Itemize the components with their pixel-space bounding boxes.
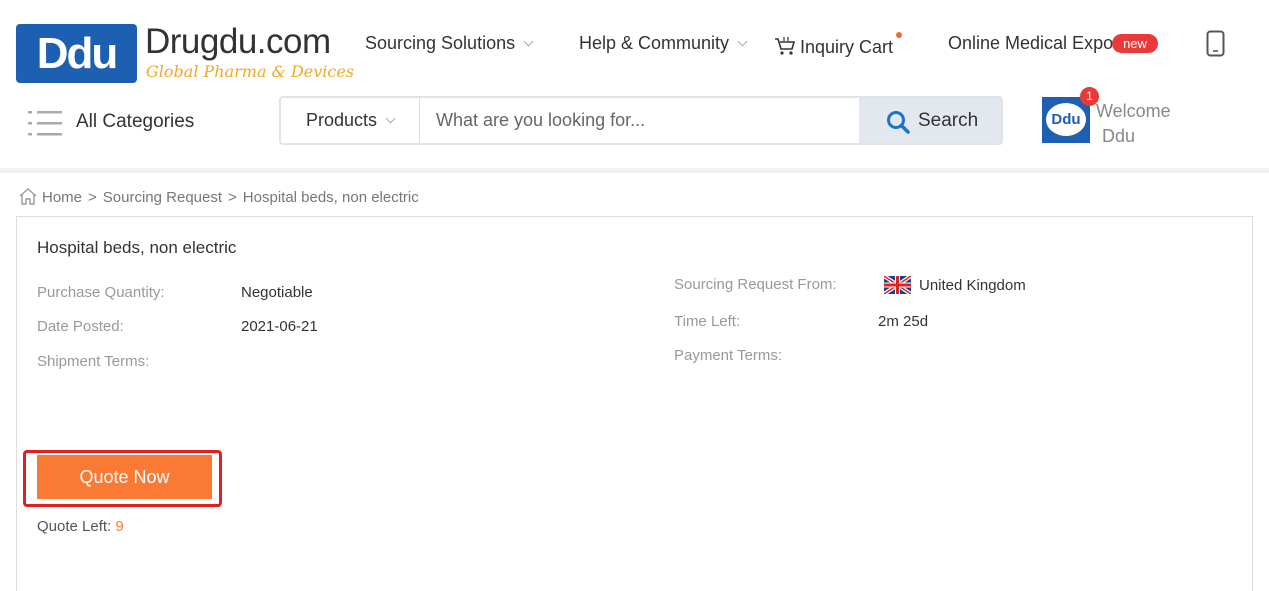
all-categories-link[interactable]: All Categories: [76, 111, 194, 133]
date-posted-value: 2021-06-21: [241, 318, 318, 335]
breadcrumb-home[interactable]: Home: [42, 189, 82, 206]
user-name: Ddu: [1102, 126, 1136, 146]
nav-expo-label: Online Medical Expo: [948, 33, 1114, 53]
search-input[interactable]: [421, 98, 859, 143]
welcome-label: Welcome: [1096, 101, 1171, 121]
search-type-label: Products: [306, 110, 378, 130]
nav-inquiry-cart[interactable]: Inquiry Cart: [774, 33, 893, 58]
request-from-label: Sourcing Request From:: [674, 276, 837, 293]
request-title: Hospital beds, non electric: [37, 238, 237, 257]
cart-icon: [775, 37, 796, 55]
mobile-phone-icon[interactable]: [1206, 30, 1225, 57]
quote-now-button[interactable]: Quote Now: [37, 455, 212, 499]
nav-online-medical-expo[interactable]: Online Medical Expo: [948, 33, 1113, 54]
registered-mark-icon: R: [121, 25, 135, 39]
site-logo[interactable]: Ddu: [16, 24, 137, 83]
cart-indicator-dot: [896, 32, 902, 38]
purchase-quantity-value: Negotiable: [241, 284, 313, 301]
chevron-down-icon: [385, 113, 396, 124]
avatar-logo-text: Ddu: [1046, 103, 1086, 136]
nav-cart-label: Inquiry Cart: [800, 37, 894, 57]
shipment-terms-label: Shipment Terms:: [37, 353, 150, 370]
time-left-label: Time Left:: [674, 313, 741, 330]
chevron-down-icon: [737, 36, 748, 47]
uk-flag-icon: [884, 276, 911, 294]
request-from-value: United Kingdom: [884, 272, 1026, 294]
home-icon[interactable]: [18, 187, 38, 205]
sourcing-request-card: [16, 216, 1253, 591]
brand-tagline: Global Pharma & Devices: [146, 62, 354, 81]
date-posted-label: Date Posted:: [37, 318, 124, 335]
welcome-user[interactable]: Welcome Ddu: [1096, 99, 1171, 149]
new-badge: new: [1112, 34, 1158, 53]
chevron-down-icon: [523, 36, 534, 47]
header-divider: [0, 168, 1269, 173]
nav-sourcing-label: Sourcing Solutions: [365, 33, 516, 53]
quote-left: Quote Left: 9: [37, 518, 124, 535]
search-button[interactable]: Search: [859, 98, 1001, 143]
breadcrumb: Home > Sourcing Request > Hospital beds, non…: [18, 184, 419, 206]
quote-left-count: 9: [115, 518, 124, 535]
quote-left-label: Quote Left:: [37, 518, 112, 535]
time-left-value: 2m 25d: [878, 313, 929, 330]
search-bar: Products Search: [279, 96, 1003, 145]
search-type-select[interactable]: Products: [281, 98, 420, 143]
breadcrumb-separator: >: [88, 189, 97, 206]
nav-help-community[interactable]: Help & Community: [579, 33, 748, 54]
search-button-label: Search: [918, 110, 979, 131]
breadcrumb-current: Hospital beds, non electric: [242, 189, 419, 206]
nav-sourcing-solutions[interactable]: Sourcing Solutions: [365, 33, 534, 54]
request-from-country: United Kingdom: [919, 277, 1026, 294]
breadcrumb-sourcing-request[interactable]: Sourcing Request: [103, 189, 222, 206]
nav-help-label: Help & Community: [579, 33, 730, 53]
payment-terms-label: Payment Terms:: [674, 347, 783, 364]
brand-name[interactable]: Drugdu.com: [145, 22, 331, 62]
search-icon: [887, 111, 910, 134]
breadcrumb-separator: >: [228, 189, 237, 206]
categories-menu-icon[interactable]: [28, 109, 62, 137]
purchase-quantity-label: Purchase Quantity:: [37, 284, 165, 301]
